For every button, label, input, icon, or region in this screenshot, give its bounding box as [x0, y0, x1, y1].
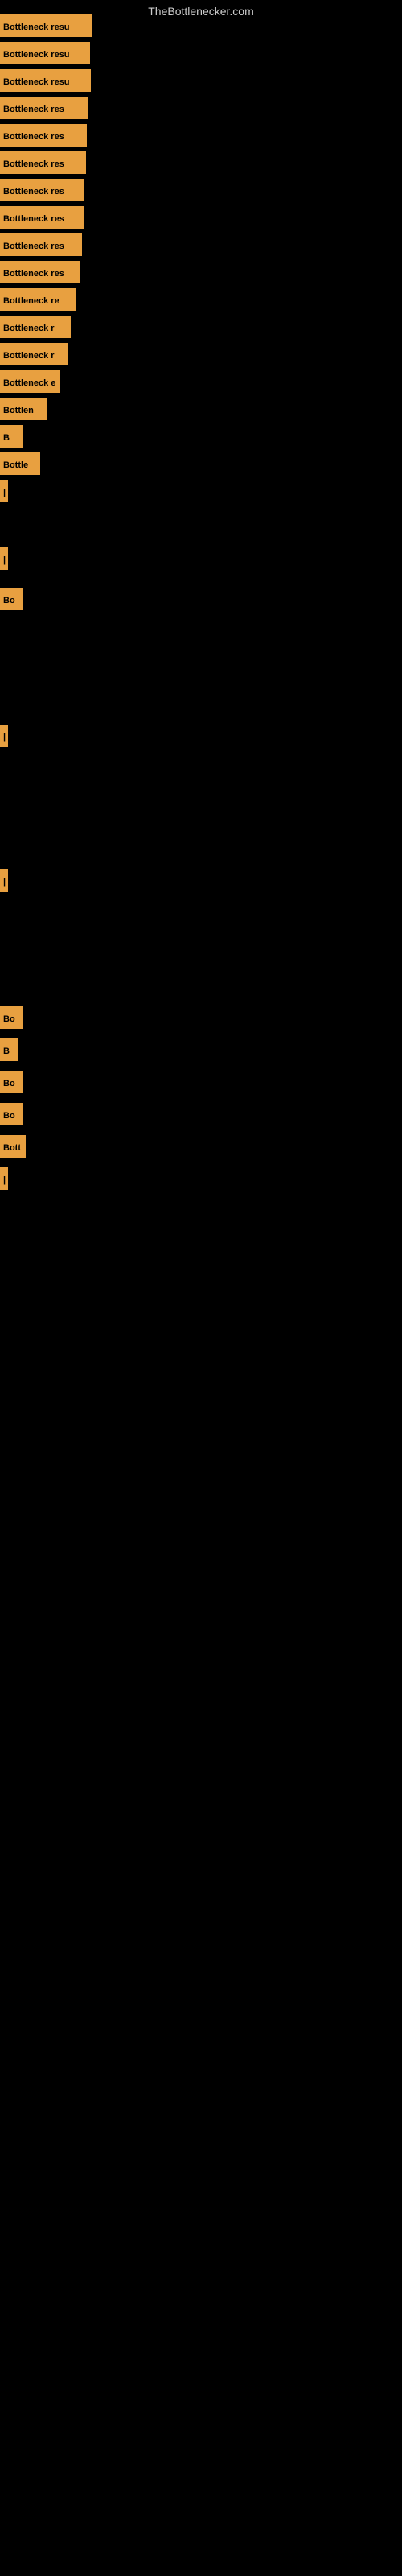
bar-label-25: Bo: [0, 1071, 23, 1093]
bar-item-2: Bottleneck resu: [0, 42, 90, 64]
bar-label-24: B: [0, 1038, 18, 1061]
bar-label-26: Bo: [0, 1103, 23, 1125]
bar-item-11: Bottleneck re: [0, 288, 76, 311]
bar-item-20: Bo: [0, 588, 23, 610]
bar-label-9: Bottleneck res: [0, 233, 82, 256]
bar-item-26: Bo: [0, 1103, 23, 1125]
bar-label-23: Bo: [0, 1006, 23, 1029]
bar-item-17: Bottle: [0, 452, 40, 475]
bar-item-10: Bottleneck res: [0, 261, 80, 283]
bar-label-14: Bottleneck e: [0, 370, 60, 393]
bar-item-6: Bottleneck res: [0, 151, 86, 174]
bar-label-15: Bottlen: [0, 398, 47, 420]
bar-item-9: Bottleneck res: [0, 233, 82, 256]
bar-label-20: Bo: [0, 588, 23, 610]
bar-item-1: Bottleneck resu: [0, 14, 92, 37]
bar-item-14: Bottleneck e: [0, 370, 60, 393]
bar-item-15: Bottlen: [0, 398, 47, 420]
bar-label-13: Bottleneck r: [0, 343, 68, 365]
bar-item-18: |: [0, 480, 8, 502]
bar-label-16: B: [0, 425, 23, 448]
bar-label-11: Bottleneck re: [0, 288, 76, 311]
bar-label-7: Bottleneck res: [0, 179, 84, 201]
bar-label-1: Bottleneck resu: [0, 14, 92, 37]
bar-item-3: Bottleneck resu: [0, 69, 91, 92]
bar-item-8: Bottleneck res: [0, 206, 84, 229]
bar-label-27: Bott: [0, 1135, 26, 1158]
bar-item-25: Bo: [0, 1071, 23, 1093]
bar-label-28: |: [0, 1167, 8, 1190]
bar-item-28: |: [0, 1167, 8, 1190]
bar-item-24: B: [0, 1038, 18, 1061]
bar-item-21: |: [0, 724, 8, 747]
bar-item-12: Bottleneck r: [0, 316, 71, 338]
bar-item-4: Bottleneck res: [0, 97, 88, 119]
bar-item-5: Bottleneck res: [0, 124, 87, 147]
bar-item-19: |: [0, 547, 8, 570]
bar-label-5: Bottleneck res: [0, 124, 87, 147]
bar-label-19: |: [0, 547, 8, 570]
bar-label-8: Bottleneck res: [0, 206, 84, 229]
bar-item-23: Bo: [0, 1006, 23, 1029]
bar-item-13: Bottleneck r: [0, 343, 68, 365]
bar-label-10: Bottleneck res: [0, 261, 80, 283]
bar-item-7: Bottleneck res: [0, 179, 84, 201]
bar-item-16: B: [0, 425, 23, 448]
bar-label-6: Bottleneck res: [0, 151, 86, 174]
bar-label-22: |: [0, 869, 8, 892]
bar-label-17: Bottle: [0, 452, 40, 475]
bar-label-12: Bottleneck r: [0, 316, 71, 338]
bar-label-18: |: [0, 480, 8, 502]
bar-label-3: Bottleneck resu: [0, 69, 91, 92]
bar-label-4: Bottleneck res: [0, 97, 88, 119]
bar-item-22: |: [0, 869, 8, 892]
bar-label-21: |: [0, 724, 8, 747]
bar-label-2: Bottleneck resu: [0, 42, 90, 64]
bar-item-27: Bott: [0, 1135, 26, 1158]
